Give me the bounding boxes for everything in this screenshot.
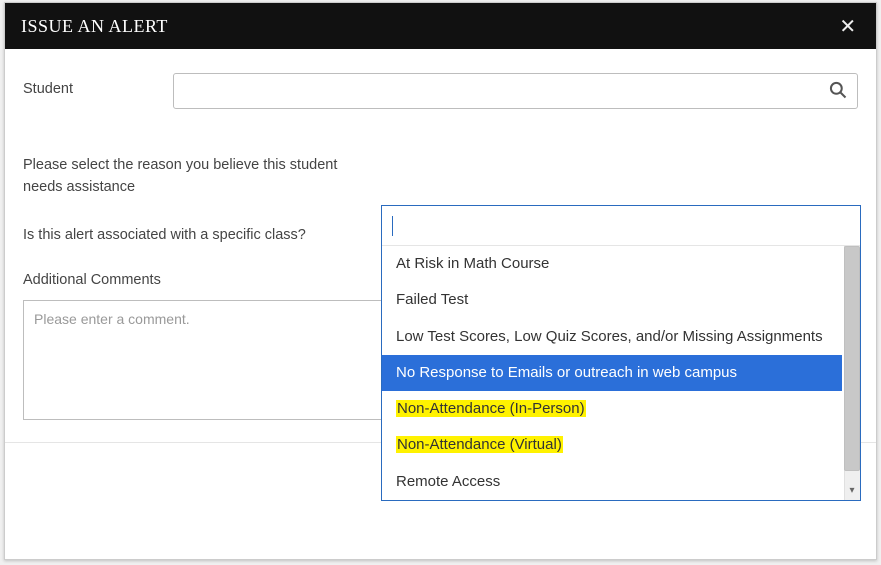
reason-dropdown[interactable]: At Risk in Math CourseFailed TestLow Tes…: [381, 205, 861, 501]
reason-option[interactable]: Low Test Scores, Low Quiz Scores, and/or…: [382, 319, 842, 355]
modal-title: ISSUE AN ALERT: [21, 16, 168, 37]
text-cursor: [392, 216, 393, 236]
reason-dropdown-input[interactable]: [382, 206, 860, 246]
scroll-down-arrow[interactable]: ▾: [846, 486, 858, 498]
reason-option[interactable]: Non-Attendance (Virtual): [382, 427, 842, 463]
student-search-input[interactable]: [173, 73, 858, 109]
reason-options-list: At Risk in Math CourseFailed TestLow Tes…: [382, 246, 860, 500]
scrollbar-thumb[interactable]: [844, 246, 860, 471]
close-icon[interactable]: ✕: [836, 14, 860, 39]
issue-alert-modal: ISSUE AN ALERT ✕ Student Please select t…: [4, 2, 877, 560]
modal-header: ISSUE AN ALERT ✕: [5, 3, 876, 49]
reason-label: Please select the reason you believe thi…: [23, 155, 363, 199]
reason-option[interactable]: Remote Access: [382, 464, 842, 500]
reason-option[interactable]: At Risk in Math Course: [382, 246, 842, 282]
class-question-label: Is this alert associated with a specific…: [23, 225, 363, 247]
student-label: Student: [23, 73, 173, 97]
reason-option[interactable]: No Response to Emails or outreach in web…: [382, 355, 842, 391]
scrollbar-track[interactable]: ▾: [844, 246, 860, 500]
reason-option[interactable]: Failed Test: [382, 282, 842, 318]
reason-option[interactable]: Non-Attendance (In-Person): [382, 391, 842, 427]
